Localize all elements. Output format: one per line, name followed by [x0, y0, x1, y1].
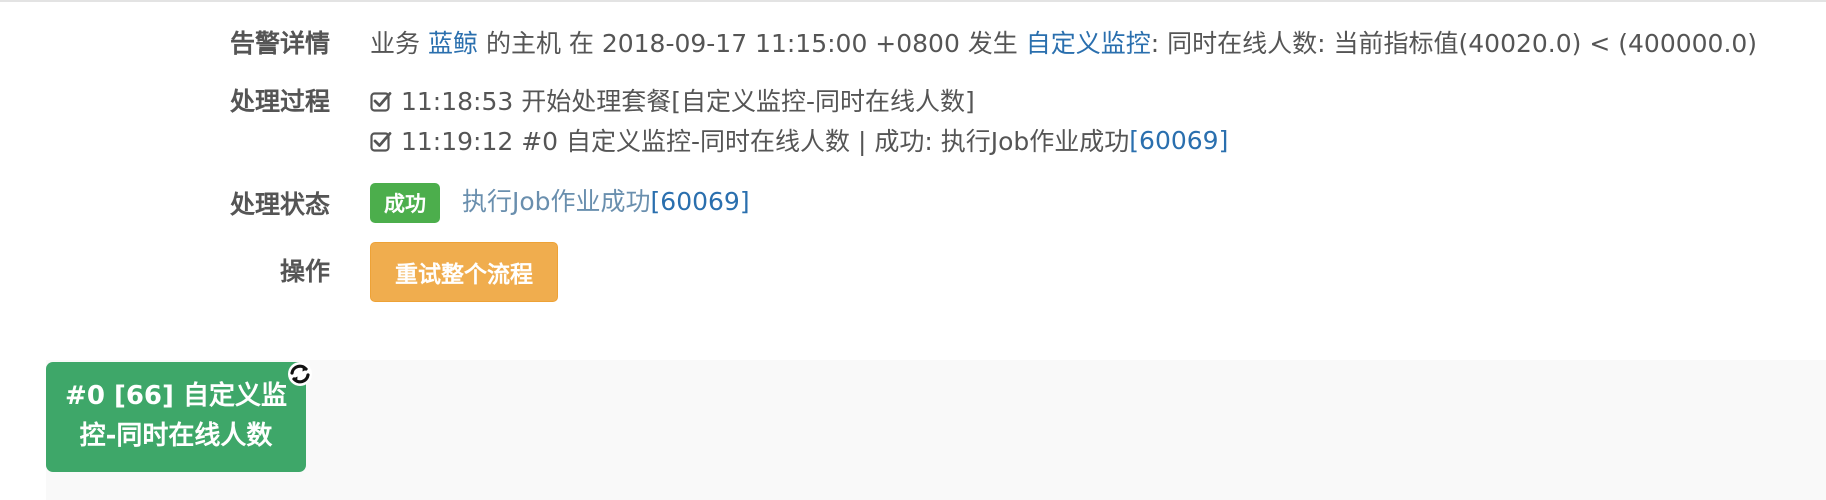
- alert-suffix: : 同时在线人数: 当前指标值(40020.0) < (400000.0): [1150, 29, 1758, 58]
- operation-label: 操作: [279, 257, 330, 286]
- process-line-1-text: 11:18:53 开始处理套餐[自定义监控-同时在线人数]: [401, 87, 975, 116]
- alert-middle: 的主机 在 2018-09-17 11:15:00 +0800 发生: [485, 29, 1018, 58]
- checked-square-icon: [370, 129, 392, 152]
- status-row: 处理状态 成功 执行Job作业成功[60069]: [0, 180, 1826, 228]
- flow-canvas: [46, 360, 1826, 500]
- alert-detail-label: 告警详情: [229, 29, 330, 58]
- process-label: 处理过程: [229, 87, 330, 116]
- status-value: 成功 执行Job作业成功[60069]: [370, 182, 750, 223]
- job-id-link[interactable]: [60069]: [1129, 126, 1228, 155]
- process-row: 处理过程 11:18:53 开始处理套餐[自定义监控-同时在线人数] 11:19…: [0, 80, 1826, 170]
- flow-node-line-2: 控-同时在线人数: [79, 421, 273, 451]
- business-link[interactable]: 蓝鲸: [428, 29, 478, 58]
- status-job-id-link[interactable]: [60069]: [651, 187, 750, 216]
- process-line-2-text: 11:19:12 #0 自定义监控-同时在线人数 | 成功: 执行Job作业成功: [401, 127, 1130, 156]
- monitor-link[interactable]: 自定义监控: [1026, 29, 1151, 58]
- status-label: 处理状态: [229, 190, 330, 219]
- retry-flow-button[interactable]: 重试整个流程: [370, 242, 558, 302]
- operation-row: 操作: [0, 252, 1826, 296]
- refresh-icon[interactable]: [287, 361, 313, 387]
- alert-detail-value: 业务 蓝鲸 的主机 在 2018-09-17 11:15:00 +0800 发生…: [370, 24, 1757, 60]
- checked-square-icon: [370, 89, 392, 112]
- top-divider: [0, 0, 1826, 2]
- alert-detail-row: 告警详情 业务 蓝鲸 的主机 在 2018-09-17 11:15:00 +08…: [0, 20, 1826, 64]
- flow-node[interactable]: #0 [66] 自定义监 控-同时在线人数: [46, 362, 306, 472]
- status-message-link[interactable]: 执行Job作业成功: [462, 187, 651, 216]
- alert-prefix: 业务: [370, 29, 421, 58]
- process-line-1: 11:18:53 开始处理套餐[自定义监控-同时在线人数]: [370, 80, 1228, 120]
- flow-node-line-1: #0 [66] 自定义监: [65, 381, 287, 411]
- success-badge: 成功: [370, 183, 440, 223]
- process-list: 11:18:53 开始处理套餐[自定义监控-同时在线人数] 11:19:12 #…: [370, 80, 1228, 160]
- process-line-2: 11:19:12 #0 自定义监控-同时在线人数 | 成功: 执行Job作业成功…: [370, 120, 1228, 160]
